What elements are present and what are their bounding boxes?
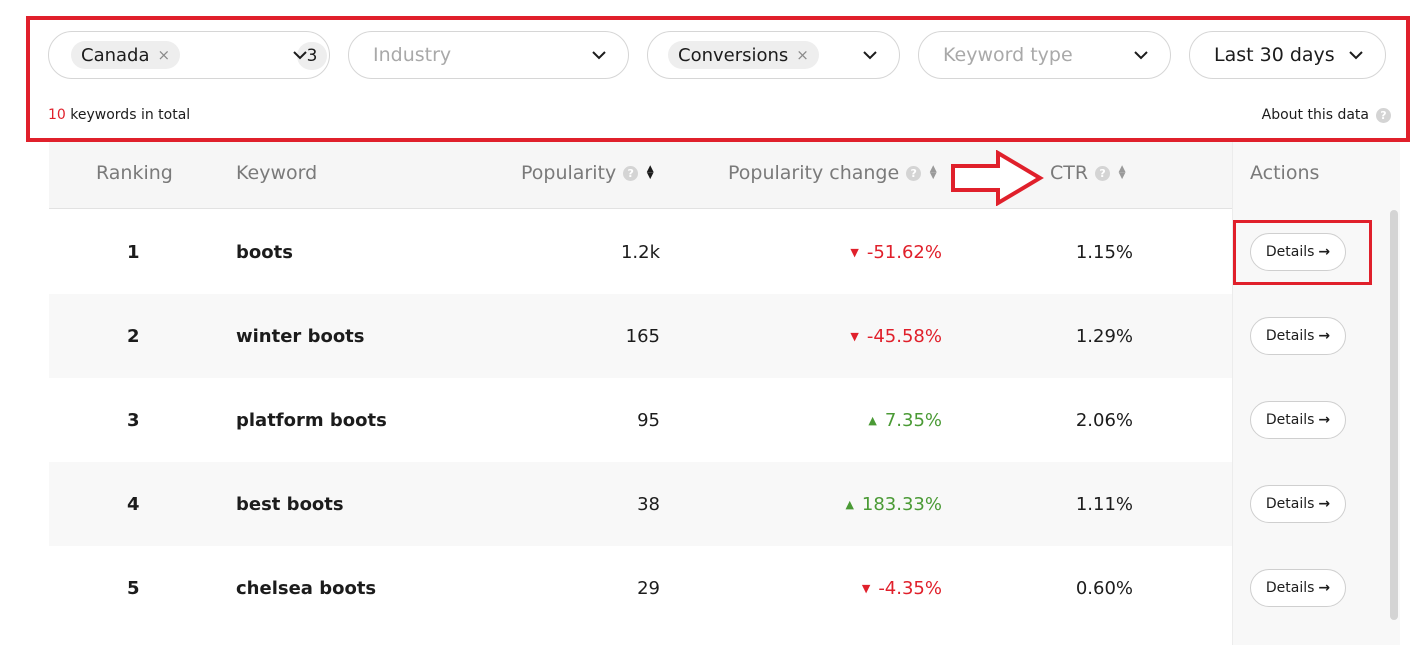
ctr-cell: 2.06% <box>1075 409 1133 431</box>
details-button[interactable]: Details → <box>1250 485 1346 523</box>
question-circle-icon[interactable]: ? <box>623 165 639 181</box>
question-circle-icon[interactable]: ? <box>906 165 922 181</box>
popularity-change-cell: ▼ -51.62% <box>850 210 942 294</box>
keyword-cell: boots <box>236 241 293 263</box>
keyword-cell: platform boots <box>236 409 387 431</box>
trend-down-icon: ▼ <box>850 329 859 343</box>
header-ctr[interactable]: CTR ? ▲ ▼ <box>1050 162 1126 184</box>
sort-icon[interactable]: ▲ ▼ <box>1118 165 1126 181</box>
table-row: 2 winter boots 165 1.29% ▼ -45.58% <box>49 294 1232 378</box>
ctr-cell: 0.60% <box>1075 577 1133 599</box>
popularity-cell: 165 <box>625 325 660 347</box>
details-button-label: Details <box>1265 328 1315 344</box>
header-keyword: Keyword <box>236 162 317 184</box>
header-ctr-label: CTR <box>1050 162 1089 184</box>
popularity-change-cell: ▲ 183.33% <box>845 462 942 546</box>
popularity-change-value: -4.35% <box>878 577 942 599</box>
details-button-label: Details <box>1265 580 1315 596</box>
header-actions-label: Actions <box>1250 162 1320 184</box>
sort-icon[interactable]: ▲ ▼ <box>646 165 654 181</box>
details-button-label: Details <box>1265 496 1315 512</box>
annotation-arrow-icon <box>951 150 1044 206</box>
keyword-cell: chelsea boots <box>236 577 377 599</box>
popularity-cell: 95 <box>637 409 660 431</box>
rank-cell: 3 <box>127 409 140 431</box>
ctr-cell: 1.11% <box>1075 493 1133 515</box>
header-popularity-change[interactable]: Popularity change ? ▲ ▼ <box>728 162 937 184</box>
header-keyword-label: Keyword <box>236 162 318 184</box>
details-button[interactable]: Details → <box>1250 569 1346 607</box>
popularity-change-value: 7.35% <box>884 409 942 431</box>
header-popularity[interactable]: Popularity ? ▲ ▼ <box>521 162 654 184</box>
details-button[interactable]: Details → <box>1250 401 1346 439</box>
table-row: 1 boots 1.2k 1.15% ▼ -51.62% <box>49 210 1232 294</box>
scrollbar[interactable] <box>1390 210 1398 620</box>
trend-up-icon: ▲ <box>868 413 877 427</box>
details-button[interactable]: Details → <box>1250 317 1346 355</box>
header-ranking: Ranking <box>96 162 173 184</box>
question-circle-icon[interactable]: ? <box>1095 165 1111 181</box>
header-actions: Actions <box>1250 162 1319 184</box>
keyword-cell: best boots <box>236 493 344 515</box>
popularity-change-value: -51.62% <box>866 241 942 263</box>
rank-cell: 5 <box>127 577 140 599</box>
details-button-label: Details <box>1265 412 1315 428</box>
popularity-change-cell: ▼ -45.58% <box>850 294 942 378</box>
popularity-change-cell: ▲ 7.35% <box>868 378 942 462</box>
table-row: 5 chelsea boots 29 0.60% ▼ -4.35% <box>49 546 1232 630</box>
header-popularity-label: Popularity <box>521 162 617 184</box>
rank-cell: 1 <box>127 241 140 263</box>
popularity-change-value: 183.33% <box>861 493 942 515</box>
ctr-cell: 1.15% <box>1075 241 1133 263</box>
arrow-right-icon: → <box>1318 412 1331 428</box>
popularity-cell: 38 <box>637 493 660 515</box>
trend-down-icon: ▼ <box>861 581 871 595</box>
arrow-right-icon: → <box>1318 328 1331 344</box>
header-popularity-change-label: Popularity change <box>728 162 900 184</box>
sort-icon[interactable]: ▲ ▼ <box>929 165 937 181</box>
trend-up-icon: ▲ <box>845 497 854 511</box>
popularity-change-cell: ▼ -4.35% <box>862 546 942 630</box>
annotation-highlight-details <box>1233 220 1372 285</box>
popularity-cell: 29 <box>637 577 660 599</box>
ctr-cell: 1.29% <box>1075 325 1133 347</box>
keyword-cell: winter boots <box>236 325 365 347</box>
table-header: Ranking Keyword Popularity ? ▲ ▼ Populari… <box>49 140 1399 209</box>
table-row: 4 best boots 38 1.11% ▲ 183.33% <box>49 462 1232 546</box>
annotation-highlight-filters <box>26 16 1410 142</box>
table-row: 3 platform boots 95 2.06% ▲ 7.35% <box>49 378 1232 462</box>
rank-cell: 4 <box>127 493 140 515</box>
header-ranking-label: Ranking <box>96 162 173 184</box>
rank-cell: 2 <box>127 325 140 347</box>
arrow-right-icon: → <box>1318 496 1331 512</box>
trend-down-icon: ▼ <box>850 245 859 259</box>
arrow-right-icon: → <box>1318 580 1331 596</box>
popularity-cell: 1.2k <box>620 241 660 263</box>
popularity-change-value: -45.58% <box>866 325 942 347</box>
